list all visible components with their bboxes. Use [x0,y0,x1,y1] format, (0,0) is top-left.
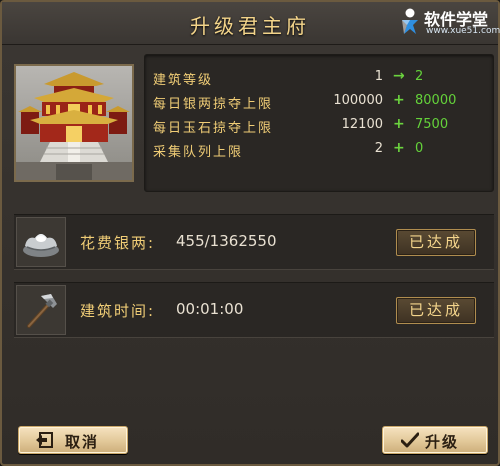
upgrade-button-label: 升级 [425,433,460,451]
stat-next-value: 7500 [415,117,449,132]
requirement-value: 00:01:00 [176,300,244,318]
hammer-icon [16,285,66,335]
upgrade-button[interactable]: 升级 [382,426,488,454]
stat-label: 每日银两掠夺上限 [153,97,274,112]
cancel-button[interactable]: 取消 [18,426,128,454]
watermark: 软件学堂 www.xue51.com [398,4,500,40]
plus-icon: + [393,116,405,132]
building-image [14,64,134,182]
stat-current-value: 1 [374,69,383,84]
arrow-right-icon: → [393,68,405,84]
requirement-row-silver: 花费银两: 455/1362550 已达成 [14,214,494,270]
stat-current-value: 100000 [333,93,383,108]
stat-row-building-level: 建筑等级 1 → 2 [145,67,493,89]
back-arrow-icon [36,432,53,448]
stat-next-value: 2 [415,69,424,84]
upgrade-stats-panel: 建筑等级 1 → 2 每日银两掠夺上限 100000 + 80000 每日玉石掠… [144,54,494,192]
stat-label: 每日玉石掠夺上限 [153,121,274,136]
requirement-label: 建筑时间: [80,302,156,320]
stat-label: 采集队列上限 [153,145,244,160]
title-bar: 升级君主府 软件学堂 www.xue51.com [2,2,500,45]
plus-icon: + [393,92,405,108]
stat-row-silver-cap: 每日银两掠夺上限 100000 + 80000 [145,91,493,113]
stat-row-jade-cap: 每日玉石掠夺上限 12100 + 7500 [145,115,493,137]
watermark-logo-icon [402,8,418,34]
checkmark-icon [401,432,419,448]
palace-icon [16,66,132,180]
requirement-status-badge: 已达成 [396,229,476,256]
stat-label: 建筑等级 [153,73,214,88]
stat-next-value: 0 [415,141,424,156]
stat-current-value: 2 [374,141,383,156]
stat-row-gather-queue: 采集队列上限 2 + 0 [145,139,493,161]
stat-current-value: 12100 [341,117,383,132]
requirement-value: 455/1362550 [176,232,277,250]
upgrade-dialog: 升级君主府 软件学堂 www.xue51.com 建筑等级 1 → 2 每日银两… [0,0,500,466]
requirement-status-badge: 已达成 [396,297,476,324]
requirement-label: 花费银两: [80,234,156,252]
plus-icon: + [393,140,405,156]
silver-ingot-icon [16,217,66,267]
requirement-row-build-time: 建筑时间: 00:01:00 已达成 [14,282,494,338]
cancel-button-label: 取消 [65,433,100,451]
watermark-url: www.xue51.com [426,26,500,36]
stat-next-value: 80000 [415,93,457,108]
